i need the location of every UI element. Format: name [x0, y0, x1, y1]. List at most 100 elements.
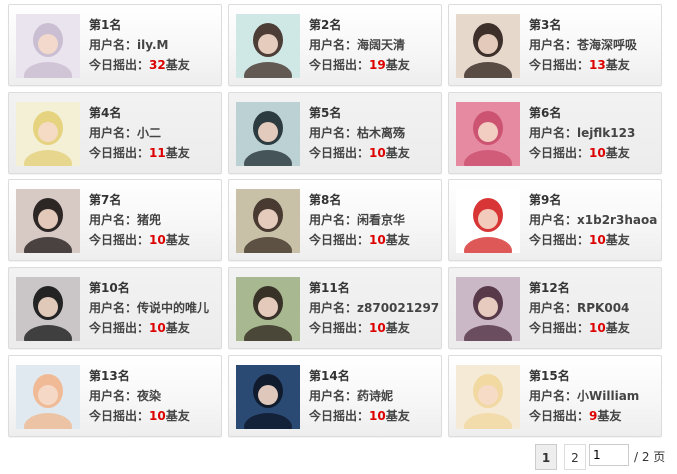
card-info: 第7名 用户名：猪兜 今日摇出：10基友 [89, 190, 190, 250]
card-info: 第11名 用户名：z870021297 今日摇出：10基友 [309, 278, 439, 338]
ranking-card[interactable]: 第13名 用户名：夜染 今日摇出：10基友 [8, 355, 222, 437]
today-count-line: 今日摇出：10基友 [529, 318, 630, 338]
today-prefix: 今日摇出： [89, 233, 150, 247]
card-info: 第1名 用户名：ily.M 今日摇出：32基友 [89, 15, 190, 75]
today-count: 10 [589, 321, 606, 335]
username-value[interactable]: 药诗妮 [357, 389, 393, 403]
rank-label: 第1名 [89, 18, 122, 32]
girl-photo-avatar [456, 14, 520, 78]
username-line: 用户名：小二 [89, 123, 190, 143]
page-1-button[interactable]: 1 [535, 444, 557, 470]
today-suffix: 基友 [597, 409, 622, 423]
today-count-line: 今日摇出：10基友 [89, 318, 209, 338]
username-value[interactable]: x1b2r3haoa [577, 213, 657, 227]
ranking-card[interactable]: 第1名 用户名：ily.M 今日摇出：32基友 [8, 4, 222, 86]
user-avatar[interactable] [16, 277, 80, 341]
today-count-line: 今日摇出：9基友 [529, 406, 639, 426]
username-prefix: 用户名： [529, 301, 578, 315]
username-line: 用户名：夜染 [89, 386, 190, 406]
username-value[interactable]: 枯木离殇 [357, 126, 405, 140]
user-avatar[interactable] [16, 14, 80, 78]
today-count: 10 [149, 321, 166, 335]
guitar-girl-avatar [236, 277, 300, 341]
username-value[interactable]: 苍海深呼吸 [577, 38, 637, 52]
dark-winged-avatar [236, 102, 300, 166]
anime-girl-avatar [456, 365, 520, 429]
today-count-line: 今日摇出：10基友 [529, 143, 635, 163]
today-count-line: 今日摇出：10基友 [309, 230, 410, 250]
today-prefix: 今日摇出： [529, 409, 590, 423]
today-suffix: 基友 [385, 409, 410, 423]
page-2-button[interactable]: 2 [564, 444, 586, 470]
rank-label: 第12名 [529, 281, 570, 295]
username-prefix: 用户名： [529, 389, 578, 403]
user-avatar[interactable] [16, 365, 80, 429]
user-avatar[interactable] [456, 365, 520, 429]
username-line: 用户名：海阔天清 [309, 35, 410, 55]
ranking-card[interactable]: 第7名 用户名：猪兜 今日摇出：10基友 [8, 179, 222, 261]
rank-label: 第13名 [89, 369, 130, 383]
username-value[interactable]: 猪兜 [137, 213, 161, 227]
ranking-card[interactable]: 第8名用户名：闲看京华今日摇出：10基友 [228, 179, 442, 261]
rank-label: 第8名 [309, 193, 342, 207]
ranking-card[interactable]: 第4名 用户名：小二 今日摇出：11基友 [8, 92, 222, 174]
username-line: 用户名：小William [529, 386, 639, 406]
user-avatar[interactable] [236, 189, 300, 253]
username-line: 用户名：RPK004 [529, 298, 630, 318]
today-suffix: 基友 [385, 233, 410, 247]
user-avatar[interactable] [236, 14, 300, 78]
user-avatar[interactable] [456, 189, 520, 253]
today-count-line: 今日摇出：10基友 [309, 406, 410, 426]
ranking-card[interactable]: 第3名 用户名：苍海深呼吸 今日摇出：13基友 [448, 4, 662, 86]
today-count-line: 今日摇出：10基友 [529, 230, 657, 250]
today-count-line: 今日摇出：10基友 [309, 318, 439, 338]
username-value[interactable]: 海阔天清 [357, 38, 405, 52]
ranking-card[interactable]: 第14名 用户名：药诗妮 今日摇出：10基友 [228, 355, 442, 437]
user-avatar[interactable] [236, 277, 300, 341]
username-value[interactable]: 闲看京华 [357, 213, 405, 227]
username-value[interactable]: ily.M [137, 38, 168, 52]
user-avatar[interactable] [16, 102, 80, 166]
today-count: 10 [369, 233, 386, 247]
today-count: 10 [149, 233, 166, 247]
ranking-card[interactable]: 第6名 用户名：lejflk123 今日摇出：10基友 [448, 92, 662, 174]
user-avatar[interactable] [16, 189, 80, 253]
today-count: 10 [369, 321, 386, 335]
card-info: 第3名 用户名：苍海深呼吸 今日摇出：13基友 [529, 15, 637, 75]
username-prefix: 用户名： [309, 213, 358, 227]
ranking-card[interactable]: 第5名 用户名：枯木离殇 今日摇出：10基友 [228, 92, 442, 174]
today-count: 10 [369, 146, 386, 160]
user-avatar[interactable] [236, 102, 300, 166]
user-avatar[interactable] [236, 365, 300, 429]
ranking-card[interactable]: 第11名 用户名：z870021297 今日摇出：10基友 [228, 267, 442, 349]
username-line: 用户名：药诗妮 [309, 386, 410, 406]
username-value[interactable]: 小William [577, 389, 639, 403]
ranking-card[interactable]: 第15名 用户名：小William 今日摇出：9基友 [448, 355, 662, 437]
rank-label: 第15名 [529, 369, 570, 383]
rank-label: 第7名 [89, 193, 122, 207]
user-avatar[interactable] [456, 102, 520, 166]
today-suffix: 基友 [605, 146, 630, 160]
user-avatar[interactable] [456, 277, 520, 341]
ranking-card[interactable]: 第12名 用户名：RPK004 今日摇出：10基友 [448, 267, 662, 349]
today-count-line: 今日摇出：10基友 [309, 143, 410, 163]
today-suffix: 基友 [385, 146, 410, 160]
username-value[interactable]: 夜染 [137, 389, 161, 403]
username-value[interactable]: lejflk123 [577, 126, 635, 140]
user-avatar[interactable] [456, 14, 520, 78]
today-prefix: 今日摇出： [529, 321, 590, 335]
today-count-line: 今日摇出：10基友 [89, 230, 190, 250]
ranking-card[interactable]: 第10名 用户名：传说中的唯儿 今日摇出：10基友 [8, 267, 222, 349]
username-value[interactable]: RPK004 [577, 301, 629, 315]
username-value[interactable]: z870021297 [357, 301, 439, 315]
ranking-card[interactable]: 第9名 用户名：x1b2r3haoa 今日摇出：10基友 [448, 179, 662, 261]
username-value[interactable]: 传说中的唯儿 [137, 301, 209, 315]
ranking-card[interactable]: 第2名 用户名：海阔天清 今日摇出：19基友 [228, 4, 442, 86]
today-prefix: 今日摇出： [529, 58, 590, 72]
today-count: 32 [149, 58, 166, 72]
page-number-input[interactable] [589, 444, 629, 466]
username-prefix: 用户名： [89, 301, 138, 315]
today-prefix: 今日摇出： [529, 233, 590, 247]
username-prefix: 用户名： [529, 126, 578, 140]
username-value[interactable]: 小二 [137, 126, 161, 140]
